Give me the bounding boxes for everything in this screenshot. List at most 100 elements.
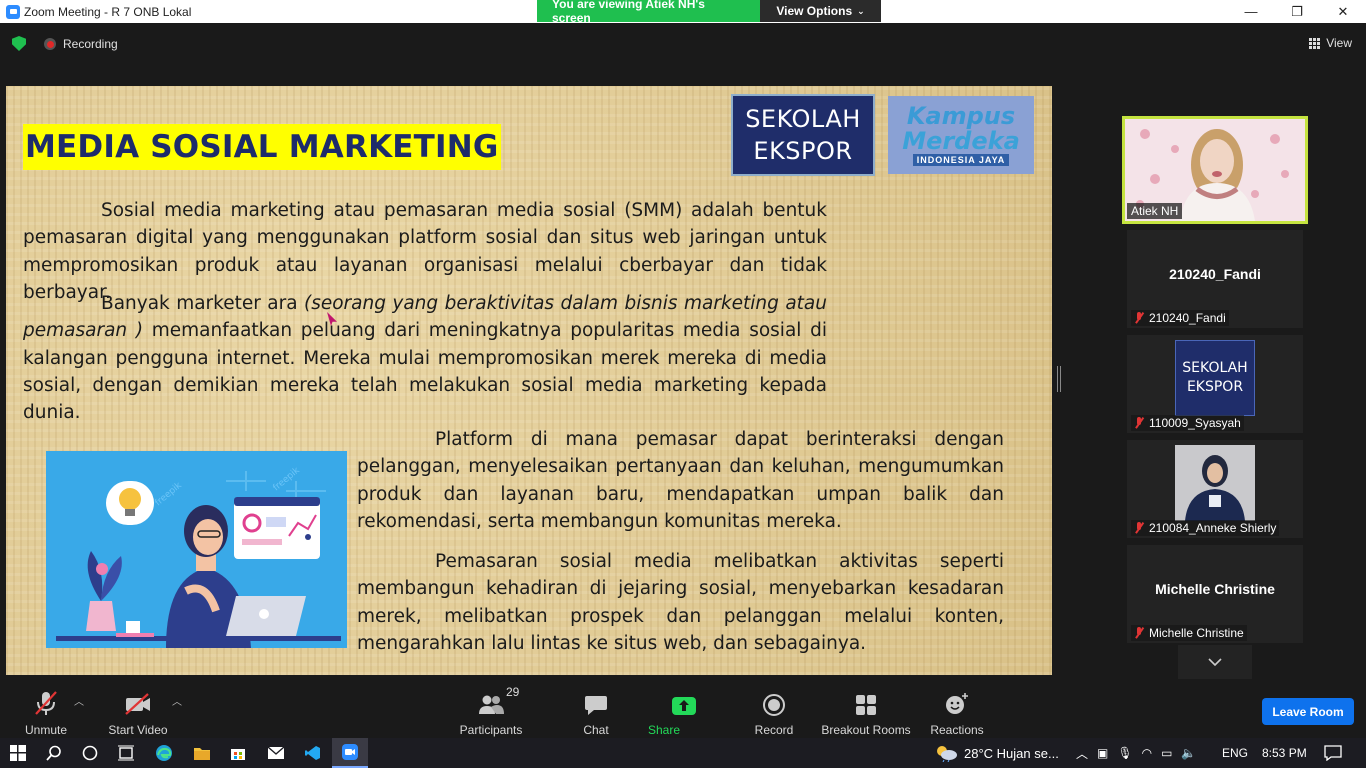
record-icon: [763, 688, 785, 716]
mail-icon[interactable]: [258, 738, 294, 768]
meeting-controls: Unmute ︿ Start Video ︿ 29 Participants C…: [0, 680, 1366, 751]
start-video-label: Start Video: [108, 723, 168, 737]
weather-icon: [934, 744, 958, 763]
record-label: Record: [754, 723, 794, 737]
viewing-text: You are viewing Atiek NH's screen: [537, 0, 760, 25]
gallery-resize-handle[interactable]: [1057, 366, 1061, 392]
wifi-icon[interactable]: ◠: [1142, 746, 1152, 760]
video-off-icon: [124, 688, 152, 716]
store-icon[interactable]: [220, 738, 256, 768]
participant-label: Michelle Christine: [1131, 625, 1247, 641]
search-icon[interactable]: [36, 738, 72, 768]
reactions-button[interactable]: Reactions: [929, 688, 985, 737]
video-tile[interactable]: 210240_Fandi 210240_Fandi: [1127, 230, 1303, 328]
weather-widget[interactable]: 28°C Hujan se...: [934, 738, 1059, 768]
record-button[interactable]: Record: [754, 688, 794, 737]
security-shield-icon[interactable]: [12, 36, 26, 51]
mic-off-icon: [33, 688, 59, 716]
video-tile[interactable]: Michelle Christine Michelle Christine: [1127, 545, 1303, 643]
unmute-label: Unmute: [24, 723, 68, 737]
task-view-icon[interactable]: [108, 738, 144, 768]
participant-display-name: Michelle Christine: [1155, 581, 1275, 597]
maximize-button[interactable]: ❐: [1274, 0, 1320, 23]
logo-kampus-line2: Merdeka: [902, 127, 1020, 155]
illustration-graphic: freepik freepik: [46, 451, 347, 648]
participant-label: 210240_Fandi: [1131, 310, 1229, 326]
video-options-caret-icon[interactable]: ︿: [172, 693, 182, 708]
participants-button[interactable]: 29 Participants: [459, 685, 523, 737]
participant-name: 210084_Anneke Shierly: [1149, 521, 1277, 535]
microphone-icon[interactable]: 🎙: [1117, 746, 1132, 760]
windows-start-icon[interactable]: [0, 738, 36, 768]
battery-icon[interactable]: ▭: [1161, 746, 1172, 760]
participant-name: 110009_Syasyah: [1149, 416, 1241, 430]
logo-line1: SEKOLAH: [1182, 360, 1248, 376]
vscode-icon[interactable]: [295, 738, 331, 768]
participant-label: 110009_Syasyah: [1131, 415, 1244, 431]
leave-room-button[interactable]: Leave Room: [1262, 698, 1354, 725]
edge-browser-icon[interactable]: [146, 738, 182, 768]
video-tile[interactable]: SEKOLAH EKSPOR 110009_Syasyah: [1127, 335, 1303, 433]
cortana-icon[interactable]: [72, 738, 108, 768]
paragraph-3: Platform di mana pemasar dapat berintera…: [357, 426, 1004, 535]
paragraph-2: Banyak marketer ara (seorang yang berakt…: [23, 290, 827, 426]
chat-button[interactable]: Chat: [580, 688, 612, 737]
logo-kampus-line1: Kampus: [906, 102, 1016, 130]
paragraph-2-end: memanfaatkan peluang dari meningkatnya p…: [23, 320, 827, 424]
chat-icon: [584, 688, 608, 716]
participants-icon: 29: [478, 685, 519, 716]
notifications-icon[interactable]: [1324, 738, 1342, 768]
view-options-button[interactable]: View Options ⌄: [760, 0, 881, 22]
window-title: Zoom Meeting - R 7 ONB Lokal: [24, 4, 192, 19]
gallery-scroll-down-button[interactable]: [1178, 645, 1252, 679]
logo-line2: EKSPOR: [1186, 379, 1244, 395]
close-button[interactable]: ✕: [1320, 0, 1366, 23]
clock[interactable]: 8:53 PM: [1262, 738, 1307, 768]
volume-icon[interactable]: 🔈: [1181, 746, 1196, 760]
participant-video: [1175, 445, 1255, 521]
breakout-rooms-label: Breakout Rooms: [821, 723, 911, 737]
start-video-button[interactable]: Start Video: [106, 688, 170, 737]
participants-label: Participants: [459, 723, 523, 737]
paragraph-3-text: Platform di mana pemasar dapat berintera…: [357, 429, 1004, 532]
logo-sekolah-line2: EKSPOR: [753, 137, 853, 165]
kampus-merdeka-logo: Kampus Merdeka INDONESIA JAYA: [888, 96, 1034, 174]
view-button[interactable]: View: [1309, 36, 1352, 50]
participant-label: Atiek NH: [1127, 203, 1183, 219]
participant-display-name: 210240_Fandi: [1169, 266, 1261, 282]
participant-logo-video: SEKOLAH EKSPOR: [1175, 340, 1255, 416]
language-indicator[interactable]: ENG: [1222, 738, 1248, 768]
minimize-button[interactable]: —: [1228, 0, 1274, 23]
show-hidden-icons-chevron-icon[interactable]: ︿: [1076, 745, 1088, 762]
share-screen-icon: [671, 688, 697, 716]
participant-label: 210084_Anneke Shierly: [1131, 520, 1280, 536]
logo-sekolah-line1: SEKOLAH: [745, 105, 861, 133]
chevron-down-icon: ⌄: [857, 5, 865, 16]
shared-screen-slide: MEDIA SOSIAL MARKETING SEKOLAH EKSPOR Ka…: [6, 86, 1052, 675]
meet-now-icon[interactable]: ▣: [1097, 746, 1108, 760]
mic-muted-icon: [1134, 312, 1144, 324]
file-explorer-icon[interactable]: [184, 738, 220, 768]
participant-name: Atiek NH: [1131, 204, 1179, 218]
mic-muted-icon: [1134, 417, 1144, 429]
zoom-taskbar-icon[interactable]: [332, 738, 368, 768]
windows-taskbar: 28°C Hujan se... ︿ ▣ 🎙 ◠ ▭ 🔈 ENG 8:53 PM: [0, 738, 1366, 768]
participant-name: 210240_Fandi: [1149, 311, 1226, 325]
system-tray: ︿ ▣ 🎙 ◠ ▭ 🔈: [1076, 738, 1196, 768]
breakout-rooms-button[interactable]: Breakout Rooms: [820, 688, 912, 737]
paragraph-2-start: Banyak marketer ara: [101, 293, 304, 314]
recording-indicator[interactable]: Recording: [44, 37, 118, 51]
zoom-app-icon: [6, 4, 20, 19]
grid-view-icon: [1309, 37, 1321, 49]
reactions-icon: [945, 688, 969, 716]
weather-text: 28°C Hujan se...: [964, 745, 1059, 761]
mic-muted-icon: [1134, 522, 1144, 534]
audio-options-caret-icon[interactable]: ︿: [74, 693, 84, 708]
recording-label: Recording: [63, 37, 118, 51]
unmute-button[interactable]: Unmute: [22, 688, 70, 737]
meeting-topbar: Recording View: [0, 23, 1366, 63]
video-tile-active[interactable]: Atiek NH: [1122, 116, 1308, 224]
video-tile[interactable]: 210084_Anneke Shierly: [1127, 440, 1303, 538]
marketing-illustration: freepik freepik: [46, 451, 347, 648]
chevron-down-icon: [1208, 653, 1222, 671]
